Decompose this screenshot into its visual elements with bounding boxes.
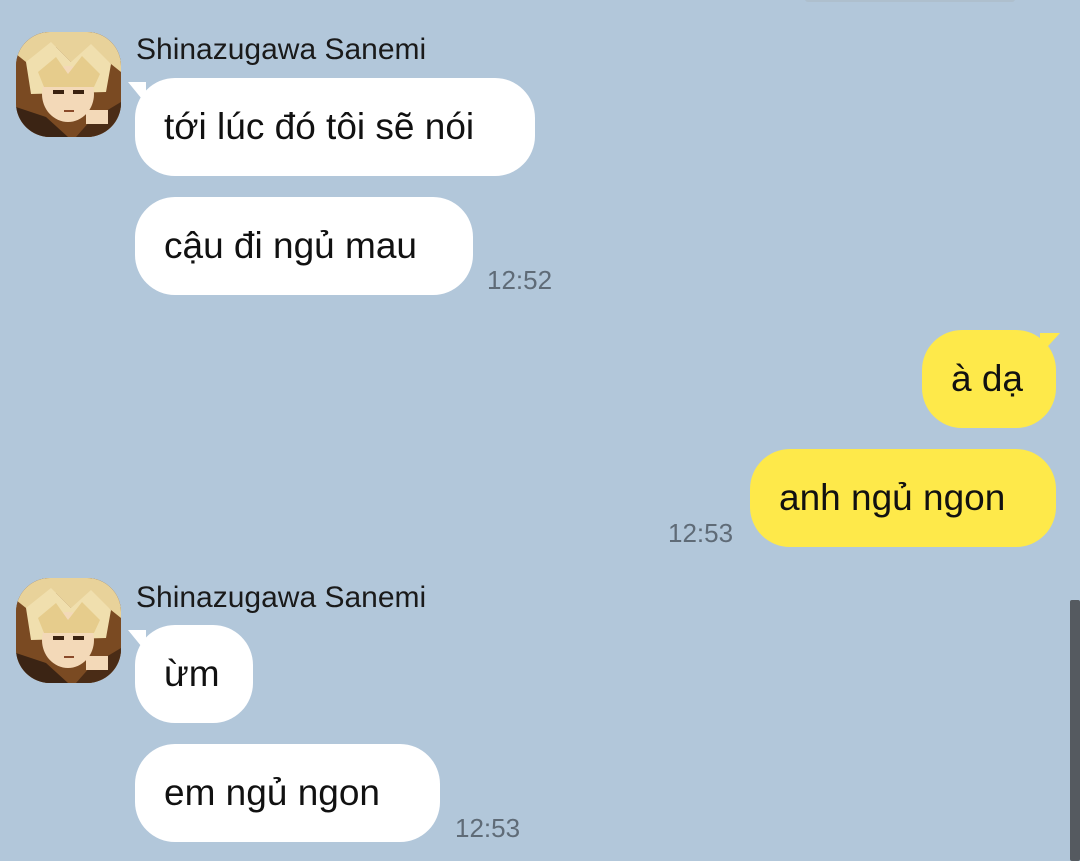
previous-message-edge bbox=[805, 0, 1015, 2]
sender-name: Shinazugawa Sanemi bbox=[136, 581, 427, 614]
outgoing-message-bubble[interactable]: à dạ bbox=[922, 330, 1056, 428]
sender-avatar[interactable] bbox=[16, 32, 121, 137]
incoming-message-bubble[interactable]: ừm bbox=[135, 625, 253, 723]
incoming-message-bubble[interactable]: em ngủ ngon bbox=[135, 744, 440, 842]
incoming-message-bubble[interactable]: tới lúc đó tôi sẽ nói bbox=[135, 78, 535, 176]
sender-name: Shinazugawa Sanemi bbox=[136, 33, 427, 66]
message-timestamp: 12:53 bbox=[668, 518, 734, 548]
anime-avatar-icon bbox=[16, 32, 121, 137]
outgoing-message-bubble[interactable]: anh ngủ ngon bbox=[750, 449, 1056, 547]
message-timestamp: 12:52 bbox=[487, 265, 553, 295]
message-timestamp: 12:53 bbox=[455, 813, 521, 843]
anime-avatar-icon bbox=[16, 578, 121, 683]
scrollbar[interactable] bbox=[1070, 600, 1080, 861]
incoming-message-bubble[interactable]: cậu đi ngủ mau bbox=[135, 197, 473, 295]
sender-avatar[interactable] bbox=[16, 578, 121, 683]
